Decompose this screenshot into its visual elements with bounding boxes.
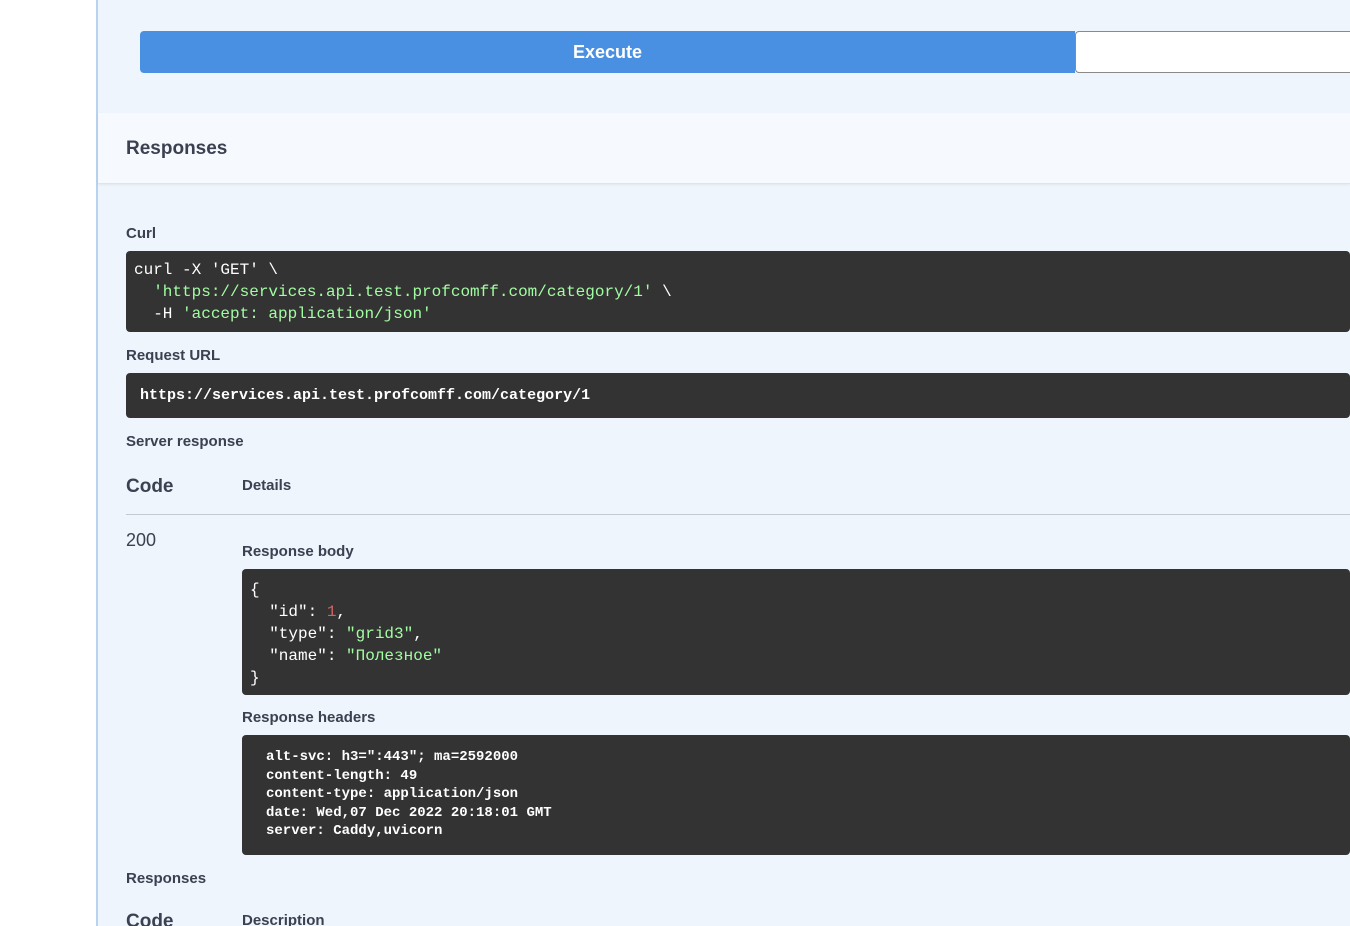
- operation-block: Execute Responses Curl curl -X 'GET' \ '…: [96, 0, 1350, 926]
- execute-button[interactable]: Execute: [140, 31, 1075, 73]
- responses-section-title: Responses: [126, 138, 228, 159]
- responses-list-description-header: Description: [242, 912, 325, 926]
- json-open-brace: {: [250, 581, 260, 599]
- curl-header-flag: -H: [153, 305, 183, 323]
- curl-url: 'https://services.api.test.profcomff.com…: [153, 283, 653, 301]
- curl-header-value: 'accept: application/json': [182, 305, 432, 323]
- header-line: content-length: 49: [266, 767, 418, 784]
- header-line: date: Wed,07 Dec 2022 20:18:01 GMT: [266, 804, 552, 821]
- response-body-label: Response body: [242, 543, 354, 560]
- response-headers-block[interactable]: alt-svc: h3=":443"; ma=2592000 content-l…: [242, 735, 1350, 855]
- header-line: server: Caddy,uvicorn: [266, 823, 443, 840]
- json-value-type: "grid3": [346, 625, 414, 643]
- curl-line-1: curl -X 'GET' \: [134, 261, 279, 279]
- server-response-code-header: Code: [126, 476, 174, 497]
- json-value-name: "Полезное": [346, 647, 443, 665]
- json-key-id: "id":: [269, 603, 327, 621]
- json-key-name: "name":: [269, 647, 347, 665]
- json-key-type: "type":: [269, 625, 347, 643]
- responses-section-header: Responses: [98, 113, 1350, 184]
- curl-label: Curl: [126, 225, 156, 242]
- page: Execute Responses Curl curl -X 'GET' \ '…: [0, 0, 1350, 926]
- json-close-brace: }: [250, 669, 260, 687]
- response-body-block[interactable]: { "id": 1, "type": "grid3", "name": "Пол…: [242, 569, 1350, 695]
- responses-list-code-header: Code: [126, 911, 174, 926]
- server-response-label: Server response: [126, 433, 244, 450]
- clear-button[interactable]: [1075, 31, 1350, 73]
- request-url-label: Request URL: [126, 347, 221, 364]
- curl-line-2-tail: \: [652, 283, 672, 301]
- request-url-value: https://services.api.test.profcomff.com/…: [140, 387, 591, 404]
- responses-list-label: Responses: [126, 870, 207, 887]
- header-line: content-type: application/json: [266, 786, 519, 803]
- json-value-id: 1: [326, 603, 337, 621]
- header-line: alt-svc: h3=":443"; ma=2592000: [266, 749, 519, 765]
- table-divider: [126, 514, 1350, 515]
- response-headers-label: Response headers: [242, 709, 376, 726]
- curl-code-block[interactable]: curl -X 'GET' \ 'https://services.api.te…: [126, 251, 1350, 332]
- response-status-code: 200: [126, 530, 157, 550]
- execute-wrapper: Execute: [140, 31, 1350, 73]
- server-response-details-header: Details: [242, 477, 292, 494]
- request-url-block[interactable]: https://services.api.test.profcomff.com/…: [126, 373, 1350, 418]
